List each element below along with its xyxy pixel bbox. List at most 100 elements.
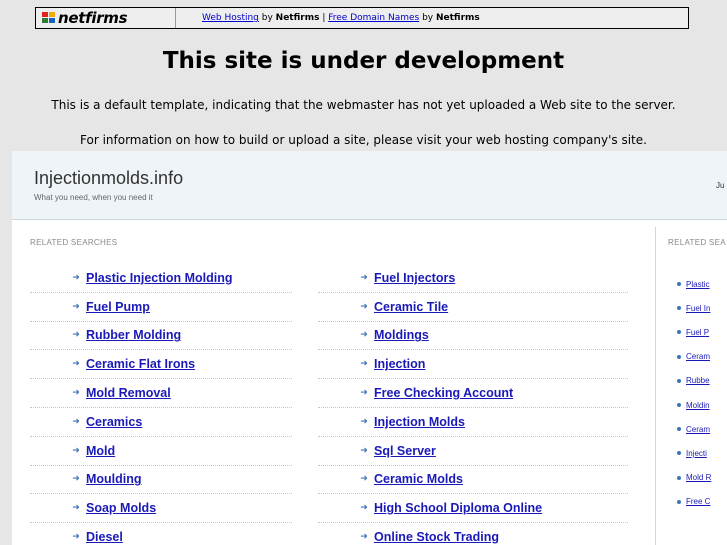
related-search-link[interactable]: Fuel Injectors (374, 271, 455, 285)
sidebar-search-item: Fuel P (677, 320, 711, 344)
bullet-icon (677, 306, 681, 311)
related-search-row: ➜ Fuel Injectors (318, 264, 628, 293)
arrow-right-icon: ➜ (360, 272, 368, 283)
related-search-link[interactable]: High School Diploma Online (374, 501, 542, 515)
arrow-right-icon: ➜ (360, 301, 368, 312)
arrow-right-icon: ➜ (72, 301, 80, 312)
related-search-link[interactable]: Mold (86, 444, 115, 458)
related-search-row: ➜ Plastic Injection Molding (30, 264, 292, 293)
bullet-icon (677, 403, 681, 408)
sidebar-search-link[interactable]: Ceram (686, 425, 710, 434)
related-search-link[interactable]: Sql Server (374, 444, 436, 458)
sidebar-search-item: Rubbe (677, 369, 711, 393)
sidebar-search-link[interactable]: Fuel In (686, 304, 710, 313)
sidebar-search-item: Ceram (677, 417, 711, 441)
related-search-link[interactable]: Ceramic Tile (374, 300, 448, 314)
related-search-row: ➜ High School Diploma Online (318, 494, 628, 524)
banner-by-text: by (258, 13, 276, 23)
related-searches-column-2: ➜ Fuel Injectors ➜ Ceramic Tile ➜ Moldings ➜ In… (318, 264, 628, 545)
related-search-row: ➜ Online Stock Trading (318, 523, 628, 545)
banner-brand: Netfirms (275, 13, 320, 23)
sidebar-search-link[interactable]: Free C (686, 497, 710, 506)
banner-separator: | (319, 13, 329, 23)
related-search-link[interactable]: Mold Removal (86, 386, 171, 400)
site-tagline: What you need, when you need it (34, 193, 153, 202)
bullet-icon (677, 427, 681, 432)
related-search-row: ➜ Moulding (30, 466, 292, 495)
related-search-row: ➜ Ceramic Tile (318, 293, 628, 322)
related-search-link[interactable]: Ceramic Flat Irons (86, 357, 195, 371)
banner-by-text: by (419, 13, 436, 23)
sidebar-search-link[interactable]: Rubbe (686, 376, 710, 385)
related-search-link[interactable]: Moldings (374, 328, 429, 342)
sidebar-search-item: Ceram (677, 345, 711, 369)
bullet-icon (677, 354, 681, 359)
sidebar-search-item: Mold R (677, 466, 711, 490)
netfirms-logo-icon (42, 12, 56, 24)
hosting-info-notice: For information on how to build or uploa… (80, 133, 647, 147)
arrow-right-icon: ➜ (72, 359, 80, 370)
related-search-row: ➜ Sql Server (318, 437, 628, 466)
related-search-row: ➜ Free Checking Account (318, 379, 628, 408)
netfirms-logo[interactable]: netfirms (36, 8, 176, 28)
sidebar-search-item: Free C (677, 490, 711, 514)
arrow-right-icon: ➜ (360, 416, 368, 427)
related-search-link[interactable]: Rubber Molding (86, 328, 181, 342)
page-title: This site is under development (162, 48, 565, 74)
site-header: Injectionmolds.info What you need, when … (12, 151, 727, 220)
logo-square-yellow (49, 12, 55, 17)
bullet-icon (677, 378, 681, 383)
arrow-right-icon: ➜ (360, 474, 368, 485)
bullet-icon (677, 499, 681, 504)
related-searches-column-1: ➜ Plastic Injection Molding ➜ Fuel Pump ➜ Rub… (30, 264, 292, 545)
sidebar-search-link[interactable]: Plastic (686, 280, 710, 289)
sidebar-search-link[interactable]: Ceram (686, 352, 710, 361)
sidebar-search-item: Injecti (677, 441, 711, 465)
related-search-link[interactable]: Diesel (86, 530, 123, 544)
related-search-link[interactable]: Ceramics (86, 415, 142, 429)
sidebar-search-item: Moldin (677, 393, 711, 417)
related-search-link[interactable]: Injection (374, 357, 425, 371)
web-hosting-link[interactable]: Web Hosting (202, 13, 259, 23)
arrow-right-icon: ➜ (360, 503, 368, 514)
related-search-link[interactable]: Free Checking Account (374, 386, 513, 400)
related-search-row: ➜ Ceramic Molds (318, 466, 628, 495)
bullet-icon (677, 282, 681, 287)
sidebar-search-link[interactable]: Mold R (686, 473, 711, 482)
logo-square-blue (49, 18, 55, 23)
related-search-link[interactable]: Plastic Injection Molding (86, 271, 233, 285)
related-search-row: ➜ Soap Molds (30, 494, 292, 524)
bullet-icon (677, 330, 681, 335)
logo-square-red (42, 12, 48, 17)
banner-links: Web Hosting by Netfirms | Free Domain Na… (176, 13, 480, 23)
related-search-row: ➜ Ceramics (30, 408, 292, 437)
related-searches-sidebar: Plastic Fuel In Fuel P Ceram Rubbe Moldin Cera… (677, 272, 711, 514)
related-search-row: ➜ Mold Removal (30, 379, 292, 408)
related-search-link[interactable]: Moulding (86, 472, 142, 486)
arrow-right-icon: ➜ (72, 532, 80, 543)
related-search-link[interactable]: Soap Molds (86, 501, 156, 515)
sidebar-search-link[interactable]: Fuel P (686, 328, 709, 337)
arrow-right-icon: ➜ (360, 359, 368, 370)
sidebar-search-link[interactable]: Injecti (686, 449, 707, 458)
related-search-link[interactable]: Injection Molds (374, 415, 465, 429)
related-searches-label-right: RELATED SEA (668, 238, 726, 247)
sidebar-search-item: Fuel In (677, 296, 711, 320)
free-domain-names-link[interactable]: Free Domain Names (328, 13, 419, 23)
related-search-row: ➜ Diesel (30, 523, 292, 545)
arrow-right-icon: ➜ (72, 330, 80, 341)
site-name[interactable]: Injectionmolds.info (34, 168, 183, 189)
related-search-row: ➜ Injection (318, 350, 628, 380)
related-search-link[interactable]: Fuel Pump (86, 300, 150, 314)
sidebar-search-link[interactable]: Moldin (686, 401, 710, 410)
related-search-link[interactable]: Online Stock Trading (374, 530, 499, 544)
related-search-row: ➜ Injection Molds (318, 408, 628, 437)
bullet-icon (677, 475, 681, 480)
related-search-row: ➜ Rubber Molding (30, 322, 292, 351)
arrow-right-icon: ➜ (72, 388, 80, 399)
arrow-right-icon: ➜ (360, 532, 368, 543)
related-search-row: ➜ Fuel Pump (30, 293, 292, 322)
banner-brand: Netfirms (435, 13, 480, 23)
related-search-link[interactable]: Ceramic Molds (374, 472, 463, 486)
arrow-right-icon: ➜ (72, 503, 80, 514)
